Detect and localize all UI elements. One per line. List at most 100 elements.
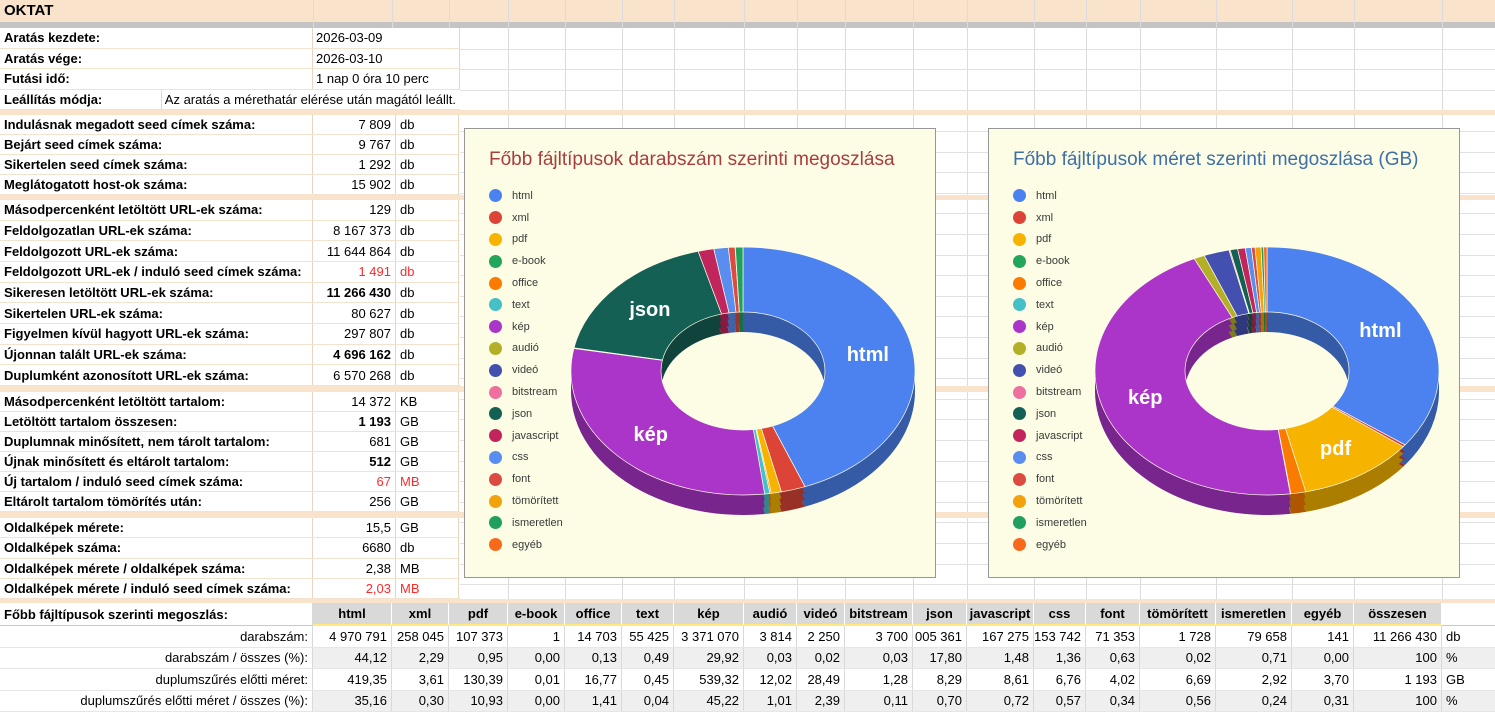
value-cell: 79 658: [1216, 626, 1292, 647]
value-cell: 3,61: [392, 669, 449, 690]
column-header-json: json: [913, 603, 967, 626]
column-header-css: css: [1034, 603, 1086, 626]
value-cell: 44,12: [313, 647, 392, 668]
stat-value: 14 372: [351, 394, 391, 409]
filetype-table-row: duplumszűrés előtti méret: 419,35 3,61 130,…: [0, 669, 1495, 691]
stat-unit: db: [395, 538, 459, 558]
stat-label: Feldolgozott URL-ek száma:: [0, 241, 313, 261]
stat-value: 1 491: [358, 264, 391, 280]
column-header-bitstream: bitstream: [845, 603, 913, 626]
stat-row: Leállítás módja: Az aratás a mérethatár e…: [0, 89, 460, 110]
stat-value: 15,5: [365, 520, 391, 536]
stat-value: 7 809: [358, 117, 391, 132]
stat-row: Figyelmen kívül hagyott URL-ek száma: 297…: [0, 323, 460, 345]
value-cell: 8,61: [967, 669, 1034, 690]
grid-hline: [460, 69, 1495, 71]
column-header-e-book: e-book: [508, 603, 565, 626]
slice-label-kép: kép: [633, 424, 667, 446]
stat-value: 9 767: [358, 137, 391, 152]
pie-slice-html[interactable]: [1266, 246, 1440, 446]
stat-unit: db: [395, 115, 459, 134]
stat-value: 129: [369, 202, 391, 218]
column-header-html: html: [313, 603, 392, 626]
value-cell: 0,70: [913, 690, 967, 711]
value-cell: 0,03: [845, 647, 913, 668]
value-cell: 0,31: [1292, 690, 1354, 711]
stat-row: Feldolgozott URL-ek száma: 11 644 864 db: [0, 241, 460, 262]
value-cell: 1,01: [744, 690, 797, 711]
stat-label: Sikeresen letöltött URL-ek száma:: [0, 282, 313, 303]
stat-unit: MB: [395, 558, 459, 578]
stat-unit: GB: [395, 452, 459, 471]
stat-unit: MB: [395, 578, 459, 598]
pie-slice-kép[interactable]: [570, 348, 766, 496]
stat-value: 11 644 864: [326, 243, 391, 259]
stat-value: 297 807: [344, 326, 391, 342]
value-cell: 14 703: [565, 626, 622, 647]
stat-unit: GB: [395, 412, 459, 431]
stat-row: Sikeresen letöltött URL-ek száma: 11 266 …: [0, 282, 460, 304]
column-header-text: text: [622, 603, 674, 626]
slice-label-json: json: [628, 299, 670, 321]
value-cell: 4,02: [1086, 669, 1140, 690]
stat-label: Másodpercenként letöltött URL-ek száma:: [0, 200, 313, 220]
column-header-office: office: [565, 603, 622, 626]
stat-unit: db: [395, 344, 459, 365]
value-cell: 0,13: [565, 647, 622, 668]
stat-label: Sikertelen URL-ek száma:: [0, 303, 313, 323]
value-cell: 130,39: [449, 669, 508, 690]
unit-cell: %: [1442, 690, 1495, 711]
stat-value: 8 167 373: [333, 222, 391, 238]
stat-unit: GB: [395, 492, 459, 511]
stat-unit: db: [395, 241, 459, 261]
stat-unit: GB: [395, 432, 459, 451]
value-cell: 0,01: [508, 669, 565, 690]
column-header-ismeretlen: ismeretlen: [1216, 603, 1292, 626]
stat-label: Duplumnak minősített, nem tárolt tartalo…: [0, 432, 313, 451]
stat-row: Bejárt seed címek száma: 9 767 db: [0, 135, 460, 155]
value-cell: 1,36: [1034, 647, 1086, 668]
stat-value: 512: [369, 454, 391, 469]
spreadsheet-report: OKTAT Aratás kezdete: 2026-03-09 Aratás vé…: [0, 0, 1495, 712]
stat-label: Feldolgozott URL-ek / induló seed címek …: [0, 261, 313, 282]
stat-label: Feldolgozatlan URL-ek száma:: [0, 220, 313, 241]
stat-unit: db: [395, 303, 459, 323]
column-header-összesen: összesen: [1354, 603, 1442, 626]
filetype-table-row: darabszám: 4 970 791 258 045 107 373 1 14 703…: [0, 626, 1495, 648]
value-cell: 2 250: [797, 626, 845, 647]
value-cell: 419,35: [313, 669, 392, 690]
value-cell: 4 970 791: [313, 626, 392, 647]
stat-label: Újonnan talált URL-ek száma:: [0, 344, 313, 365]
value-cell: 0,11: [845, 690, 913, 711]
stat-row: Másodpercenként letöltött tartalom: 14 37…: [0, 392, 460, 412]
stat-value: 256: [369, 494, 391, 509]
stat-value: 2,03: [365, 580, 391, 596]
stat-label: Aratás vége:: [0, 48, 313, 68]
value-cell: 0,71: [1216, 647, 1292, 668]
value-cell: 6,76: [1034, 669, 1086, 690]
row-label: darabszám:: [0, 626, 313, 647]
stat-row: Meglátogatott host-ok száma: 15 902 db: [0, 175, 460, 195]
value-cell: 0,02: [797, 647, 845, 668]
column-header-javascript: javascript: [967, 603, 1034, 626]
slice-label-kép: kép: [1128, 387, 1162, 409]
value-cell: 28,49: [797, 669, 845, 690]
value-cell: 0,00: [1292, 647, 1354, 668]
unit-cell: %: [1442, 647, 1495, 668]
column-header-videó: videó: [797, 603, 845, 626]
column-header-audió: audió: [744, 603, 797, 626]
stat-row: Oldalképek mérete / oldalképek száma: 2,3…: [0, 558, 460, 579]
stat-value: 2026-03-09: [313, 28, 460, 48]
stat-row: Oldalképek mérete: 15,5 GB: [0, 518, 460, 539]
stat-label: Futási idő:: [0, 69, 313, 89]
value-cell: 153 742: [1034, 626, 1086, 647]
grid-hline: [460, 48, 1495, 50]
stat-row: Oldalképek mérete / induló seed címek sz…: [0, 578, 460, 599]
value-cell: 2 005 361: [913, 626, 967, 647]
value-cell: 10,93: [449, 690, 508, 711]
value-cell: 1,28: [845, 669, 913, 690]
slice-label-html: html: [1359, 320, 1401, 342]
value-cell: 0,63: [1086, 647, 1140, 668]
stat-value: 2026-03-10: [313, 48, 460, 68]
value-cell: 1 728: [1140, 626, 1216, 647]
